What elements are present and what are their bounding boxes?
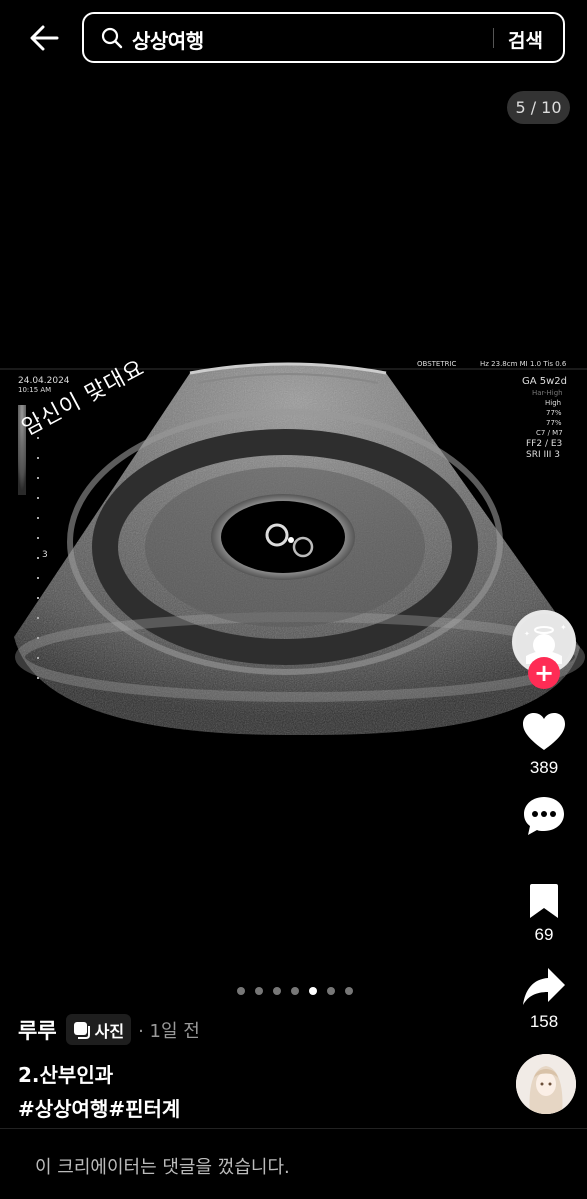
author-name[interactable]: 루루 bbox=[18, 1015, 57, 1045]
heart-icon bbox=[523, 713, 565, 750]
like-count: 389 bbox=[529, 758, 559, 777]
carousel-dot[interactable] bbox=[237, 987, 245, 995]
svg-text:✦: ✦ bbox=[524, 630, 530, 638]
search-bar[interactable]: 상상여행 검색 bbox=[82, 12, 565, 63]
bookmark-icon bbox=[530, 884, 558, 918]
carousel-dots bbox=[237, 987, 353, 995]
bookmark-button[interactable]: 69 bbox=[514, 883, 574, 945]
follow-button[interactable]: + bbox=[528, 657, 560, 689]
search-icon bbox=[101, 27, 123, 49]
us-pct1: 77% bbox=[546, 409, 562, 417]
share-button[interactable]: 158 bbox=[514, 966, 574, 1032]
svg-text:✦: ✦ bbox=[560, 623, 567, 632]
profile-thumbnail-icon bbox=[516, 1054, 576, 1114]
us-scale-mark: 3 bbox=[42, 550, 48, 560]
us-date: 24.04.2024 bbox=[18, 376, 70, 386]
share-arrow-icon bbox=[523, 968, 565, 1005]
us-mode: OBSTETRIC bbox=[417, 360, 457, 368]
ultrasound-photo[interactable]: 24.04.2024 10:15 AM OBSTETRIC Hz 23.8cm … bbox=[0, 357, 587, 737]
search-input[interactable]: 상상여행 bbox=[132, 25, 204, 54]
carousel-dot-active[interactable] bbox=[309, 987, 317, 995]
us-sri: SRI III 3 bbox=[526, 450, 560, 460]
carousel-dot[interactable] bbox=[273, 987, 281, 995]
search-button[interactable]: 검색 bbox=[508, 26, 543, 53]
hashtag-link[interactable]: #상상여행 bbox=[18, 1093, 108, 1122]
comment-button[interactable] bbox=[514, 795, 574, 837]
comment-bubble-icon bbox=[524, 797, 564, 835]
us-high: High bbox=[545, 399, 561, 407]
comments-disabled-notice: 이 크리에이터는 댓글을 껐습니다. bbox=[35, 1157, 290, 1178]
author-row: 루루 사진 · 1일 전 bbox=[18, 1014, 200, 1045]
sound-avatar[interactable] bbox=[516, 1054, 576, 1114]
us-ga: GA 5w2d bbox=[522, 376, 567, 387]
back-button[interactable] bbox=[26, 20, 62, 56]
carousel-dot[interactable] bbox=[255, 987, 263, 995]
page-counter: 5 / 10 bbox=[507, 91, 570, 124]
photo-badge: 사진 bbox=[65, 1014, 132, 1045]
caption-title: 2.산부인과 bbox=[18, 1063, 114, 1087]
carousel-dot[interactable] bbox=[345, 987, 353, 995]
hashtag-link[interactable]: #핀터계 bbox=[108, 1093, 180, 1122]
us-time: 10:15 AM bbox=[18, 386, 51, 394]
hashtag-list: #상상여행 #핀터계 bbox=[18, 1093, 180, 1122]
search-divider bbox=[493, 28, 494, 48]
like-button[interactable]: 389 bbox=[514, 712, 574, 778]
bookmark-count: 69 bbox=[534, 925, 554, 944]
us-pct2: 77% bbox=[546, 419, 562, 427]
photo-stack-icon bbox=[73, 1021, 90, 1039]
us-c7m7: C7 / M7 bbox=[536, 429, 563, 437]
footer-divider bbox=[0, 1128, 587, 1129]
post-time: · 1일 전 bbox=[138, 1020, 200, 1042]
us-har: Har-High bbox=[532, 389, 563, 397]
back-arrow-icon bbox=[30, 25, 59, 51]
carousel-dot[interactable] bbox=[327, 987, 335, 995]
share-count: 158 bbox=[529, 1012, 559, 1031]
carousel-dot[interactable] bbox=[291, 987, 299, 995]
us-ff2: FF2 / E3 bbox=[526, 439, 562, 449]
us-params: Hz 23.8cm MI 1.0 Tis 0.6 bbox=[480, 360, 567, 368]
photo-badge-label: 사진 bbox=[94, 1021, 125, 1041]
